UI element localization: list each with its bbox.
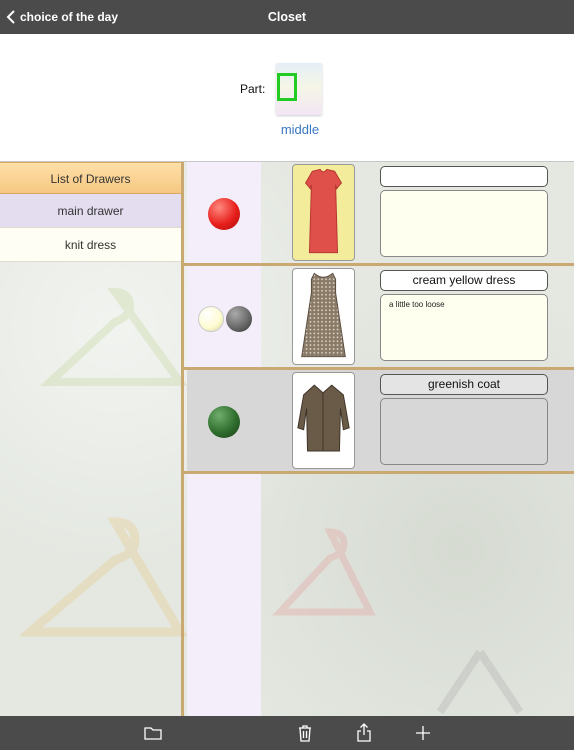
part-value: middle [280,122,320,137]
item-name-field[interactable]: cream yellow dress [380,270,548,291]
color-dot [208,406,240,438]
trash-icon [299,725,311,742]
part-selector-area: Part: middle [0,34,574,162]
color-dot [198,306,224,332]
chevron-left-icon [6,10,15,24]
list-item[interactable] [184,162,574,266]
item-name-field[interactable]: greenish coat [380,374,548,395]
back-button[interactable]: choice of the day [6,0,118,34]
bottom-toolbar [0,716,574,750]
part-label: Part: [240,82,266,96]
part-highlight-box [277,73,297,101]
item-photo[interactable] [292,372,355,469]
coat-icon [297,384,350,452]
list-item[interactable]: cream yellow dress a little too loose [184,266,574,370]
add-button[interactable] [412,722,434,744]
sidebar-item-knit-dress[interactable]: knit dress [0,228,181,262]
item-note-field[interactable]: a little too loose [380,294,548,361]
delete-button[interactable] [294,722,316,744]
drawer-list-header: List of Drawers [0,162,181,194]
folder-icon [144,727,162,740]
color-dot [208,198,240,230]
folder-button[interactable] [142,722,164,744]
part-selector-button[interactable] [276,63,322,115]
item-name-field[interactable] [380,166,548,187]
dress-icon [304,168,343,254]
share-button[interactable] [353,722,375,744]
dress-icon [301,272,346,358]
drawer-sidebar: List of Drawers main drawer knit dress [0,162,184,716]
navigation-bar: choice of the day Closet [0,0,574,34]
share-icon [357,723,371,742]
main-content: List of Drawers main drawer knit dress c… [0,162,574,716]
back-button-label: choice of the day [20,10,119,24]
sidebar-item-main-drawer[interactable]: main drawer [0,194,181,228]
plus-icon [416,726,430,740]
color-dot [226,306,252,332]
list-item[interactable]: greenish coat [184,370,574,474]
clothing-list: cream yellow dress a little too loose gr… [184,162,574,716]
item-photo[interactable] [292,268,355,365]
item-note-field[interactable] [380,190,548,257]
item-note-field[interactable] [380,398,548,465]
item-photo[interactable] [292,164,355,261]
